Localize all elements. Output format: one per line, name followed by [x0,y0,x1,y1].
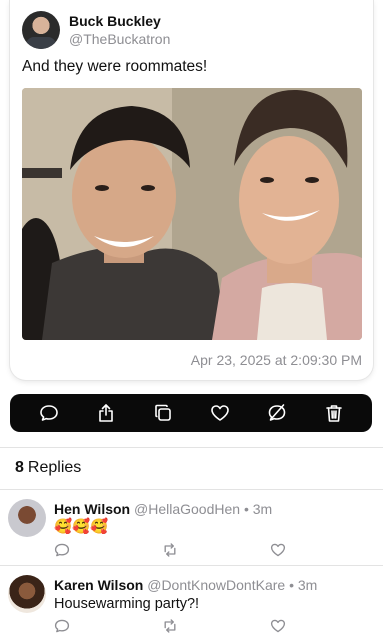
post-timestamp: Apr 23, 2025 at 2:09:30 PM [190,352,362,368]
post-author[interactable]: Buck Buckley @TheBuckatron [22,10,170,50]
heart-icon [270,543,286,557]
mute-button[interactable] [262,398,292,428]
mute-icon [268,404,285,421]
avatar[interactable] [8,499,46,537]
like-button[interactable] [270,542,288,560]
reply-author-handle[interactable]: @DontKnowDontKare [147,577,285,593]
separator-dot: • [289,577,294,593]
share-button[interactable] [91,398,121,428]
author-text: Buck Buckley @TheBuckatron [69,13,170,48]
reply-button[interactable] [54,542,72,560]
reply-time: 3m [252,501,273,517]
reply-author-handle[interactable]: @HellaGoodHen [134,501,240,517]
repost-icon [164,543,176,557]
reply-item[interactable]: Karen Wilson @DontKnowDontKare • 3m Hous… [0,566,383,640]
reply-item[interactable]: Hen Wilson @HellaGoodHen • 3m 🥰🥰🥰 [0,490,383,565]
reply-icon [39,405,58,421]
post-card: Buck Buckley @TheBuckatron And they were… [10,0,373,380]
reply-icon [54,543,70,557]
repost-button[interactable] [162,542,180,560]
replies-count: 8 [15,459,24,476]
delete-button[interactable] [319,398,349,428]
avatar[interactable] [8,575,46,613]
reply-header: Hen Wilson @HellaGoodHen • 3m [54,501,272,517]
reply-actions [54,542,294,560]
reply-header: Karen Wilson @DontKnowDontKare • 3m [54,577,317,593]
reply-author-name[interactable]: Hen Wilson [54,501,130,517]
author-handle[interactable]: @TheBuckatron [69,30,170,48]
trash-icon [325,405,342,422]
author-name[interactable]: Buck Buckley [69,13,170,30]
post-photo[interactable] [22,88,362,340]
post-text: And they were roommates! [22,58,208,75]
like-button[interactable] [205,398,235,428]
reply-icon [54,619,70,633]
avatar[interactable] [22,11,60,49]
share-icon [98,404,113,422]
copy-icon [154,404,171,421]
like-button[interactable] [270,618,288,636]
heart-icon [210,405,229,421]
repost-button[interactable] [162,618,180,636]
repost-icon [164,619,176,633]
post-action-bar [10,394,372,432]
reply-body: Housewarming party?! [54,596,200,612]
replies-label: Replies [27,459,82,476]
reply-button[interactable] [54,618,72,636]
reply-time: 3m [297,577,318,593]
separator-dot: • [243,501,249,517]
reply-button[interactable] [34,398,64,428]
reply-body: 🥰🥰🥰 [54,519,109,535]
reply-actions [54,618,294,636]
divider [0,447,383,448]
copy-button[interactable] [148,398,178,428]
replies-header: 8 Replies [15,459,81,477]
heart-icon [270,619,286,633]
reply-author-name[interactable]: Karen Wilson [54,577,143,593]
